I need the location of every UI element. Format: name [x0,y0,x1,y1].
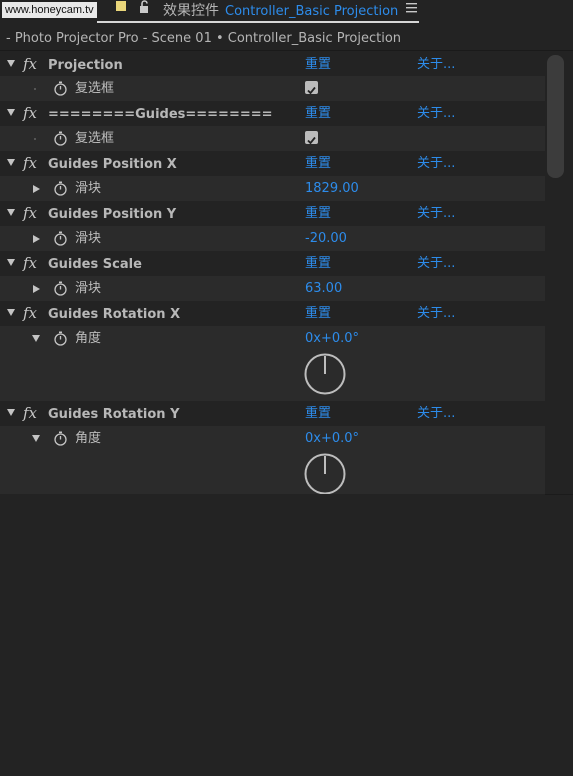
effect-row-guides-rotation-x[interactable]: fx Guides Rotation X 重置 关于... [0,301,545,326]
checkbox[interactable] [305,131,318,145]
property-row-angle: 角度 0x+0.0° [0,426,545,495]
angle-value[interactable]: 0x+0.0° [305,426,359,451]
twirl-right-icon[interactable] [33,285,40,293]
reset-link[interactable]: 重置 [305,52,331,77]
property-row-checkbox: 复选框 [0,126,545,151]
reset-link[interactable]: 重置 [305,301,331,326]
effect-name: Guides Scale [48,257,142,272]
stopwatch-icon[interactable] [53,281,68,296]
tab-layer-name: Controller_Basic Projection [225,4,399,19]
dot-icon [34,88,36,90]
twirl-right-icon[interactable] [33,185,40,193]
divider [0,50,573,51]
property-name: 滑块 [75,181,102,196]
angle-dial[interactable] [304,453,346,495]
about-link[interactable]: 关于... [417,52,455,77]
twirl-down-icon[interactable] [7,209,15,216]
panel-menu-icon[interactable] [406,2,417,13]
reset-link[interactable]: 重置 [305,401,331,426]
slider-value[interactable]: 63.00 [305,276,342,301]
reset-link[interactable]: 重置 [305,201,331,226]
checkmark-icon [307,86,316,95]
breadcrumb: - Photo Projector Pro - Scene 01 • Contr… [6,31,402,46]
fx-icon[interactable]: fx [23,201,37,226]
effect-row-guides[interactable]: fx ========Guides======== 重置 关于... [0,101,545,126]
twirl-down-icon[interactable] [7,60,15,67]
about-link[interactable]: 关于... [417,301,455,326]
effect-name: Projection [48,58,123,73]
property-name: 角度 [75,331,102,346]
stopwatch-icon[interactable] [53,131,68,146]
property-row-slider: 滑块 1829.00 [0,176,545,201]
effect-row-guides-position-y[interactable]: fx Guides Position Y 重置 关于... [0,201,545,226]
about-link[interactable]: 关于... [417,251,455,276]
twirl-down-icon[interactable] [32,435,40,442]
twirl-right-icon[interactable] [33,235,40,243]
effect-row-guides-position-x[interactable]: fx Guides Position X 重置 关于... [0,151,545,176]
divider [545,494,573,495]
stopwatch-icon[interactable] [53,331,68,346]
scrollbar-thumb[interactable] [547,55,564,178]
twirl-down-icon[interactable] [7,309,15,316]
about-link[interactable]: 关于... [417,401,455,426]
checkbox[interactable] [305,81,318,95]
reset-link[interactable]: 重置 [305,251,331,276]
fx-icon[interactable]: fx [23,101,37,126]
effect-name: Guides Position X [48,157,177,172]
twirl-down-icon[interactable] [7,109,15,116]
about-link[interactable]: 关于... [417,151,455,176]
stopwatch-icon[interactable] [53,431,68,446]
property-row-angle: 角度 0x+0.0° [0,326,545,401]
fx-icon[interactable]: fx [23,251,37,276]
checkmark-icon [307,136,316,145]
property-row-checkbox: 复选框 [0,76,545,101]
effect-name: Guides Rotation X [48,307,181,322]
stopwatch-icon[interactable] [53,231,68,246]
property-row-slider: 滑块 -20.00 [0,226,545,251]
property-row-slider: 滑块 63.00 [0,276,545,301]
dot-icon [34,138,36,140]
effect-row-projection[interactable]: fx Projection 重置 关于... [0,52,545,77]
effect-row-guides-rotation-y[interactable]: fx Guides Rotation Y 重置 关于... [0,401,545,426]
effect-name: Guides Rotation Y [48,407,180,422]
fx-icon[interactable]: fx [23,52,37,77]
tab-title-prefix: 效果控件 [163,3,219,19]
reset-link[interactable]: 重置 [305,151,331,176]
about-link[interactable]: 关于... [417,201,455,226]
reset-link[interactable]: 重置 [305,101,331,126]
stopwatch-icon[interactable] [53,181,68,196]
fx-icon[interactable]: fx [23,301,37,326]
angle-value[interactable]: 0x+0.0° [305,326,359,351]
slider-value[interactable]: -20.00 [305,226,347,251]
stopwatch-icon[interactable] [53,81,68,96]
twirl-down-icon[interactable] [7,159,15,166]
label-color-chip [116,1,126,11]
effect-name: Guides Position Y [48,207,177,222]
property-name: 滑块 [75,231,102,246]
watermark: www.honeycam.tv [2,2,102,18]
fx-icon[interactable]: fx [23,401,37,426]
slider-value[interactable]: 1829.00 [305,176,359,201]
effect-row-guides-scale[interactable]: fx Guides Scale 重置 关于... [0,251,545,276]
property-name: 角度 [75,431,102,446]
twirl-down-icon[interactable] [7,409,15,416]
twirl-down-icon[interactable] [32,335,40,342]
empty-panel-area [0,494,573,776]
property-name: 复选框 [75,81,115,96]
twirl-down-icon[interactable] [7,259,15,266]
tab-title[interactable]: 效果控件 Controller_Basic Projection [163,0,398,20]
property-name: 滑块 [75,281,102,296]
about-link[interactable]: 关于... [417,101,455,126]
effect-name: ========Guides======== [48,107,273,122]
lock-icon[interactable] [138,0,152,14]
fx-icon[interactable]: fx [23,151,37,176]
property-name: 复选框 [75,131,115,146]
angle-dial[interactable] [304,353,346,395]
